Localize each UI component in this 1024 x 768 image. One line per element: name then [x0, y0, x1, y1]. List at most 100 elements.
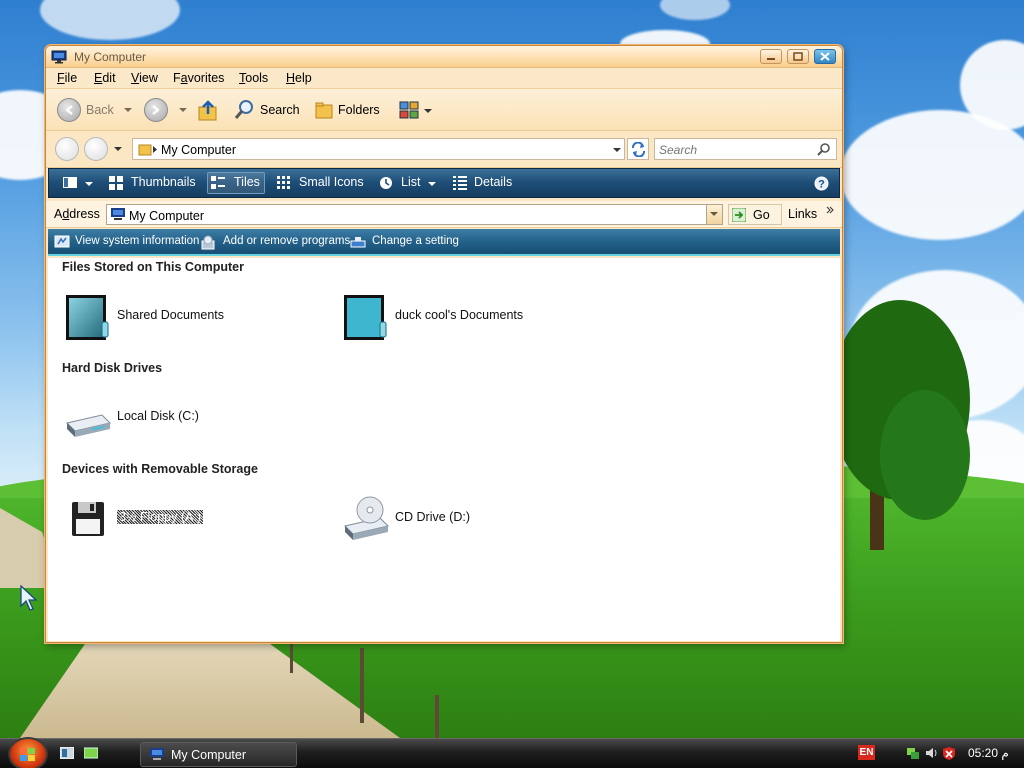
small-icons-button[interactable]: Small Icons	[299, 175, 364, 189]
search-field[interactable]	[654, 138, 837, 160]
tree-crown	[880, 390, 970, 520]
forward-arrow-icon	[152, 105, 160, 115]
folders-button[interactable]: Folders	[338, 103, 380, 117]
floppy-disk-icon	[72, 502, 104, 536]
minimize-button[interactable]	[760, 49, 782, 64]
my-computer-icon	[150, 748, 164, 760]
cloud	[840, 110, 1024, 240]
breadcrumb-item[interactable]: My Computer	[161, 143, 236, 157]
add-remove-programs-link[interactable]: Add or remove programs	[223, 235, 350, 247]
network-icon[interactable]	[906, 746, 920, 760]
tile-label: Shared Documents	[117, 308, 225, 322]
chevron-down-icon	[710, 212, 718, 216]
links-button[interactable]: Links	[786, 204, 838, 225]
fence-post	[290, 643, 293, 673]
folders-icon[interactable]	[314, 100, 334, 120]
taskbar: My Computer EN 05:20 م	[0, 737, 1024, 768]
search-icon[interactable]	[233, 99, 255, 121]
tile-user-documents[interactable]: duck cool's Documents	[340, 290, 610, 346]
security-alert-icon[interactable]	[942, 746, 956, 760]
nav-back-button[interactable]	[55, 137, 79, 161]
change-a-setting-link[interactable]: Change a setting	[372, 235, 459, 247]
menu-accelerator: V	[131, 71, 140, 85]
group-header-removable: Devices with Removable Storage	[62, 462, 258, 476]
mouse-cursor-icon	[20, 585, 38, 611]
chevron-right-icon	[153, 146, 157, 153]
forward-dropdown-icon[interactable]	[179, 108, 187, 112]
close-icon	[820, 52, 830, 61]
volume-icon[interactable]	[924, 746, 938, 760]
maximize-icon	[793, 52, 803, 61]
back-arrow-icon	[65, 105, 73, 115]
back-label: Back	[86, 103, 114, 117]
cloud	[660, 0, 730, 20]
address-value[interactable]: My Computer	[129, 209, 204, 223]
menu-label: elp	[295, 71, 312, 85]
breadcrumb-dropdown-icon[interactable]	[613, 148, 621, 152]
control-panel-icon	[350, 237, 366, 248]
list-dropdown-icon[interactable]	[428, 182, 436, 186]
hard-disk-icon	[66, 414, 111, 437]
address-label: Address	[54, 207, 100, 221]
start-button[interactable]	[8, 737, 48, 768]
menu-view[interactable]: View	[131, 71, 158, 85]
language-indicator[interactable]: EN	[858, 745, 875, 760]
up-folder-icon[interactable]	[196, 99, 220, 123]
search-icon[interactable]	[817, 142, 831, 156]
breadcrumb[interactable]: My Computer	[132, 138, 625, 160]
back-dropdown-icon[interactable]	[124, 108, 132, 112]
panes-dropdown-icon[interactable]	[85, 182, 93, 186]
recent-pages-dropdown-icon[interactable]	[114, 147, 122, 151]
address-dropdown-button[interactable]	[706, 205, 722, 224]
title-bar[interactable]: My Computer	[46, 46, 842, 68]
thumbnails-button[interactable]: Thumbnails	[131, 175, 196, 189]
maximize-button[interactable]	[787, 49, 809, 64]
menu-label: vorites	[187, 71, 225, 85]
close-button[interactable]	[814, 49, 836, 64]
menu-edit[interactable]: Edit	[94, 71, 116, 85]
help-icon[interactable]: ?	[814, 176, 829, 191]
tile-local-disk-c[interactable]: Local Disk (C:)	[62, 391, 332, 447]
tile-shared-documents[interactable]: Shared Documents	[62, 290, 332, 346]
search-button[interactable]: Search	[260, 103, 300, 117]
tile-cd-drive-d[interactable]: CD Drive (D:)	[340, 492, 610, 548]
details-button[interactable]: Details	[474, 175, 512, 189]
list-button[interactable]: List	[401, 175, 420, 189]
refresh-button[interactable]	[627, 138, 649, 160]
taskbar-window-button[interactable]: My Computer	[140, 742, 297, 767]
back-button[interactable]	[57, 98, 81, 122]
menu-favorites[interactable]: Favorites	[173, 71, 224, 85]
menu-help[interactable]: Help	[286, 71, 312, 85]
search-input[interactable]	[659, 142, 809, 157]
tiles-icon	[211, 176, 225, 189]
quick-launch-icon[interactable]	[84, 747, 98, 759]
menu-accelerator: H	[286, 71, 296, 85]
menu-accelerator: F	[57, 71, 65, 85]
standard-toolbar: Back Search Folders	[46, 89, 842, 131]
views-icon[interactable]	[398, 99, 420, 121]
menu-file[interactable]: File	[57, 71, 77, 85]
nav-forward-button[interactable]	[84, 137, 108, 161]
user-documents-folder-icon	[344, 295, 387, 340]
details-icon	[453, 176, 467, 190]
views-dropdown-icon[interactable]	[424, 109, 432, 113]
go-arrow-icon	[732, 208, 746, 222]
group-header-drives: Hard Disk Drives	[62, 361, 163, 375]
forward-button[interactable]	[144, 98, 168, 122]
panes-icon[interactable]	[63, 176, 78, 190]
menu-label: iew	[139, 71, 158, 85]
tile-label-selected: 3½ Floppy (A:)	[117, 510, 203, 524]
menu-label: ile	[64, 71, 78, 85]
add-remove-programs-icon	[201, 235, 215, 250]
tile-floppy-a[interactable]: 3½ Floppy (A:)	[62, 492, 332, 548]
address-field[interactable]: My Computer	[106, 204, 723, 225]
file-list-pane: Files Stored on This Computer Shared Doc…	[48, 258, 840, 641]
view-system-information-link[interactable]: View system information	[75, 235, 199, 247]
address-label-text: dress	[69, 207, 100, 221]
menu-accelerator: a	[180, 71, 188, 85]
chevron-double-right-icon	[826, 206, 834, 214]
show-desktop-icon[interactable]	[60, 747, 74, 759]
menu-tools[interactable]: Tools	[239, 71, 268, 85]
go-button[interactable]: Go	[728, 204, 782, 225]
list-view-icon	[380, 177, 392, 189]
